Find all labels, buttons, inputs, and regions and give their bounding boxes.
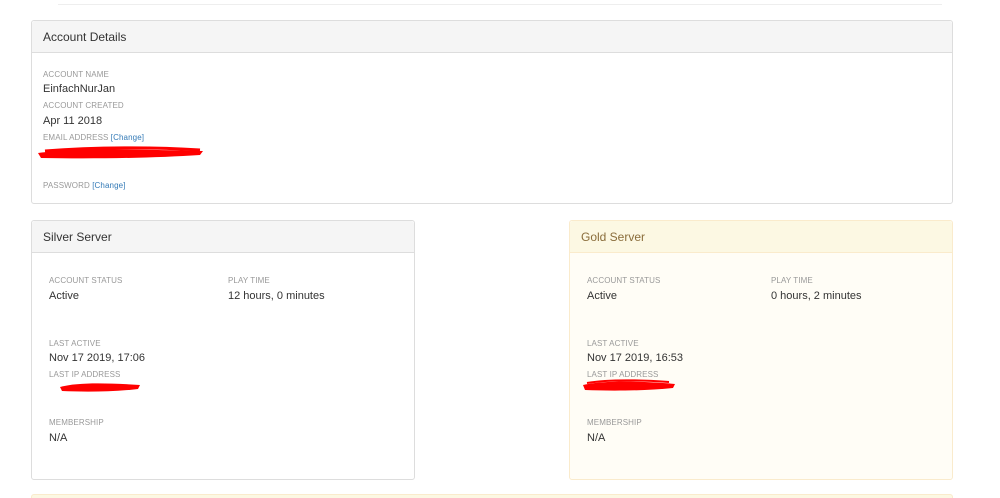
- account-details-panel: Account Details ACCOUNT NAME EinfachNurJ…: [31, 20, 953, 204]
- next-panel-edge: [31, 494, 953, 498]
- silver-play-time-label: PLAY TIME: [228, 276, 270, 285]
- gold-last-ip-label: LAST IP ADDRESS: [587, 370, 659, 379]
- gold-play-time-label: PLAY TIME: [771, 276, 813, 285]
- silver-last-ip-label: LAST IP ADDRESS: [49, 370, 121, 379]
- change-email-link[interactable]: [Change]: [111, 133, 144, 142]
- silver-last-active-value: Nov 17 2019, 17:06: [49, 352, 146, 364]
- account-created-label: ACCOUNT CREATED: [43, 101, 124, 110]
- account-name-label: ACCOUNT NAME: [43, 70, 109, 79]
- account-name-value: EinfachNurJan: [43, 83, 116, 95]
- silver-membership-value: N/A: [49, 432, 68, 444]
- silver-membership-label: MEMBERSHIP: [49, 418, 104, 427]
- silver-last-active-label: LAST ACTIVE: [49, 339, 101, 348]
- account-details-heading: Account Details: [32, 21, 952, 53]
- gold-play-time-value: 0 hours, 2 minutes: [771, 290, 862, 302]
- silver-ip-redaction-mark: [60, 383, 140, 392]
- gold-server-panel: Gold Server ACCOUNT STATUS Active PLAY T…: [569, 220, 953, 480]
- account-created-value: Apr 11 2018: [43, 115, 103, 127]
- password-row: PASSWORD [Change]: [43, 181, 126, 190]
- silver-play-time-value: 12 hours, 0 minutes: [228, 290, 325, 302]
- email-address-row: EMAIL ADDRESS [Change]: [43, 133, 144, 142]
- gold-account-status-label: ACCOUNT STATUS: [587, 276, 661, 285]
- change-password-link[interactable]: [Change]: [92, 181, 125, 190]
- gold-membership-label: MEMBERSHIP: [587, 418, 642, 427]
- gold-ip-redaction-mark: [583, 379, 675, 391]
- silver-server-heading: Silver Server: [32, 221, 414, 253]
- gold-last-active-value: Nov 17 2019, 16:53: [587, 352, 684, 364]
- gold-membership-value: N/A: [587, 432, 606, 444]
- email-address-label: EMAIL ADDRESS: [43, 133, 109, 142]
- gold-last-active-label: LAST ACTIVE: [587, 339, 639, 348]
- gold-server-heading: Gold Server: [570, 221, 952, 253]
- silver-account-status-value: Active: [49, 290, 79, 302]
- password-label: PASSWORD: [43, 181, 90, 190]
- top-divider: [58, 4, 942, 5]
- gold-account-status-value: Active: [587, 290, 617, 302]
- silver-account-status-label: ACCOUNT STATUS: [49, 276, 123, 285]
- email-redaction-mark: [38, 146, 203, 159]
- silver-server-panel: Silver Server ACCOUNT STATUS Active PLAY…: [31, 220, 415, 480]
